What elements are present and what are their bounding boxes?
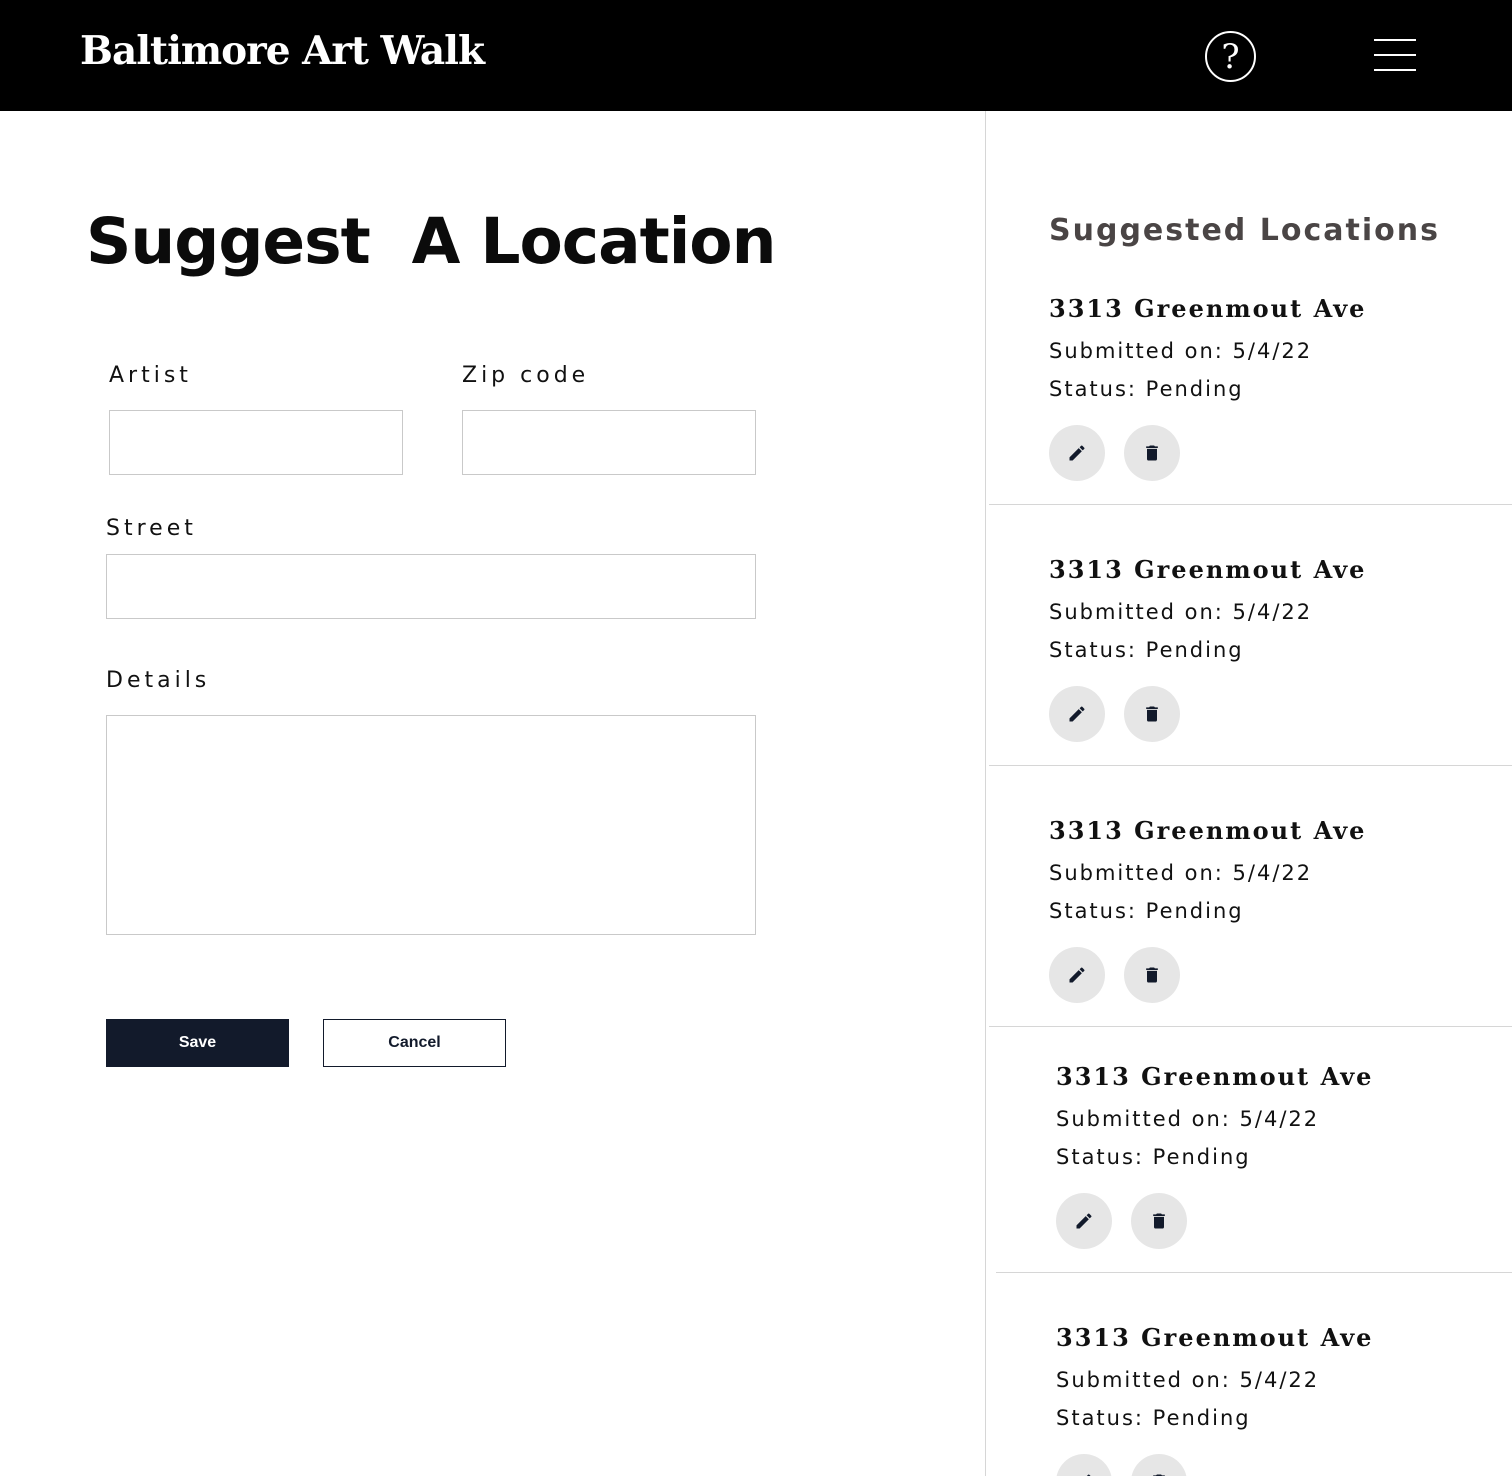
pencil-icon [1069, 445, 1085, 461]
card-divider [996, 1272, 1512, 1273]
app-header: Baltimore Art Walk ? [0, 0, 1512, 111]
street-label: Street [106, 516, 197, 541]
street-input[interactable] [106, 554, 756, 619]
sidebar-title: Suggested Locations [1049, 213, 1440, 248]
card-divider [989, 1026, 1512, 1027]
trash-icon [1153, 1213, 1165, 1229]
status-text: Status: Pending [1049, 638, 1244, 662]
brand-logo-text[interactable]: Baltimore Art Walk [80, 28, 485, 74]
location-card: 3313 Greenmout Ave Submitted on: 5/4/22 … [1056, 1062, 1512, 1273]
trash-icon [1146, 706, 1158, 722]
delete-button[interactable] [1124, 425, 1180, 481]
delete-button[interactable] [1131, 1454, 1187, 1476]
location-street: 3313 Greenmout Ave [1049, 555, 1367, 584]
status-text: Status: Pending [1056, 1406, 1251, 1430]
cancel-button[interactable]: Cancel [323, 1019, 506, 1067]
save-button[interactable]: Save [106, 1019, 289, 1067]
location-card: 3313 Greenmout Ave Submitted on: 5/4/22 … [1056, 1323, 1512, 1476]
edit-button[interactable] [1049, 947, 1105, 1003]
status-text: Status: Pending [1049, 377, 1244, 401]
card-divider [989, 504, 1512, 505]
zip-code-input[interactable] [462, 410, 756, 475]
page-title: Suggest A Location [86, 205, 776, 278]
delete-button[interactable] [1124, 947, 1180, 1003]
zip-code-label: Zip code [462, 363, 590, 388]
pencil-icon [1076, 1213, 1092, 1229]
hamburger-menu-button[interactable] [1374, 39, 1416, 71]
artist-input[interactable] [109, 410, 403, 475]
help-button[interactable]: ? [1205, 31, 1256, 82]
pencil-icon [1069, 706, 1085, 722]
details-textarea[interactable] [106, 715, 756, 935]
location-card: 3313 Greenmout Ave Submitted on: 5/4/22 … [1049, 294, 1512, 505]
submitted-date: Submitted on: 5/4/22 [1056, 1368, 1320, 1392]
delete-button[interactable] [1124, 686, 1180, 742]
card-divider [989, 765, 1512, 766]
edit-button[interactable] [1056, 1193, 1112, 1249]
trash-icon [1146, 967, 1158, 983]
submitted-date: Submitted on: 5/4/22 [1049, 861, 1313, 885]
edit-button[interactable] [1056, 1454, 1112, 1476]
pencil-icon [1086, 1474, 1091, 1476]
submitted-date: Submitted on: 5/4/22 [1049, 339, 1313, 363]
artist-label: Artist [109, 363, 192, 388]
status-text: Status: Pending [1056, 1145, 1251, 1169]
location-street: 3313 Greenmout Ave [1056, 1062, 1374, 1091]
location-street: 3313 Greenmout Ave [1049, 816, 1367, 845]
submitted-date: Submitted on: 5/4/22 [1056, 1107, 1320, 1131]
location-card: 3313 Greenmout Ave Submitted on: 5/4/22 … [1049, 816, 1512, 1027]
location-card: 3313 Greenmout Ave Submitted on: 5/4/22 … [1049, 555, 1512, 766]
column-divider [985, 111, 986, 1476]
location-street: 3313 Greenmout Ave [1049, 294, 1367, 323]
trash-icon [1146, 445, 1158, 461]
status-text: Status: Pending [1049, 899, 1244, 923]
question-icon: ? [1221, 36, 1240, 77]
edit-button[interactable] [1049, 686, 1105, 742]
edit-button[interactable] [1049, 425, 1105, 481]
delete-button[interactable] [1131, 1193, 1187, 1249]
location-street: 3313 Greenmout Ave [1056, 1323, 1374, 1352]
trash-icon [1153, 1474, 1165, 1476]
hamburger-icon [1374, 39, 1416, 41]
submitted-date: Submitted on: 5/4/22 [1049, 600, 1313, 624]
details-label: Details [106, 668, 211, 693]
pencil-icon [1069, 967, 1085, 983]
